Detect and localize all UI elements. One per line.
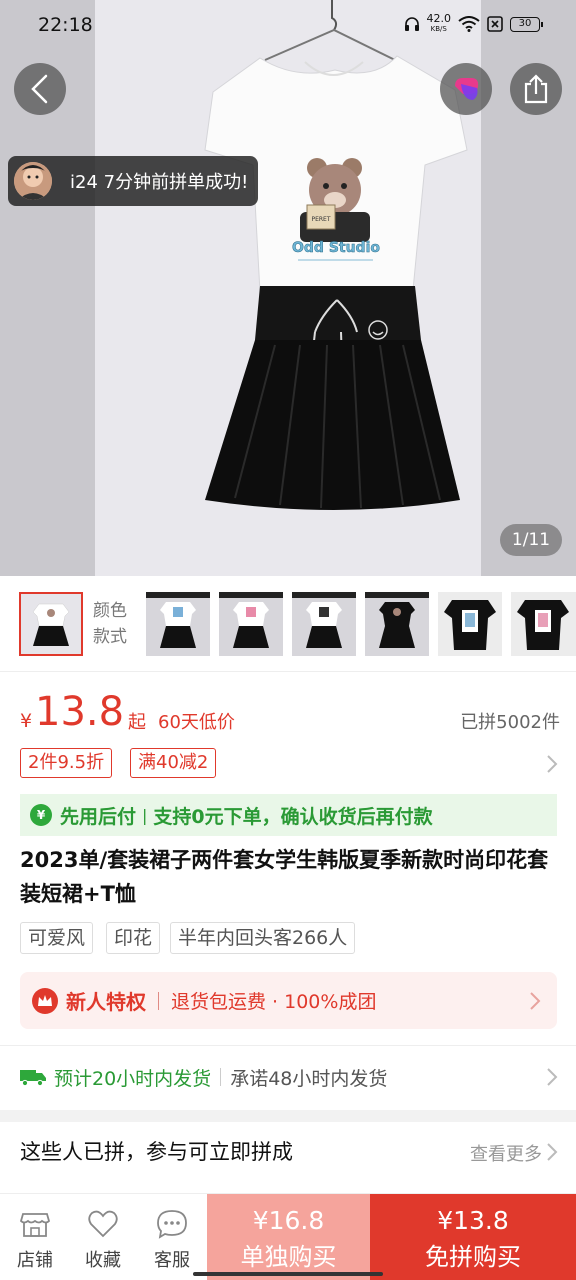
solo-label: 单独购买 bbox=[240, 1243, 337, 1271]
variant-thumb[interactable] bbox=[219, 592, 283, 656]
favorite-label: 收藏 bbox=[85, 1250, 121, 1271]
pay-later-separator: | bbox=[142, 805, 148, 825]
chevron-left-icon bbox=[31, 74, 48, 104]
chevron-right-icon bbox=[547, 1068, 558, 1086]
chat-icon bbox=[157, 1210, 187, 1239]
store-label: 店铺 bbox=[17, 1250, 53, 1271]
chevron-right-icon bbox=[547, 1143, 558, 1161]
promo-tag: 2件9.5折 bbox=[20, 748, 113, 778]
product-title: 2023单/套装裙子两件套女学生韩版夏季新款时尚印花套装短裙+T恤 bbox=[20, 848, 549, 906]
shipping-row[interactable]: 预计20小时内发货 承诺48小时内发货 bbox=[20, 1060, 560, 1094]
new-user-title: 新人特权 bbox=[66, 990, 146, 1014]
net-speed-unit: KB/S bbox=[430, 25, 447, 33]
divider bbox=[0, 671, 576, 672]
status-time: 22:18 bbox=[38, 14, 93, 36]
chevron-right-icon bbox=[547, 755, 558, 773]
crown-icon bbox=[32, 987, 58, 1014]
variant-label-style: 款式 bbox=[93, 627, 127, 647]
variant-thumb[interactable] bbox=[19, 592, 83, 656]
promo-tag: 满40减2 bbox=[130, 748, 217, 778]
variant-thumb[interactable] bbox=[365, 592, 429, 656]
box-print-text: PERET bbox=[311, 216, 330, 223]
promo-row[interactable]: 2件9.5折 满40减2 bbox=[20, 748, 560, 778]
price-suffix: 起 bbox=[128, 712, 146, 733]
customer-service-label: 客服 bbox=[154, 1250, 190, 1271]
attribute-tag: 可爱风 bbox=[20, 922, 94, 954]
attribute-tag: 印花 bbox=[106, 922, 161, 954]
heart-icon bbox=[88, 1210, 118, 1238]
see-more-link[interactable]: 查看更多 bbox=[470, 1140, 542, 1166]
price-row: ¥ 13.8 起 60天低价 已拼5002件 bbox=[20, 689, 560, 742]
currency-symbol: ¥ bbox=[20, 710, 33, 732]
variant-thumb[interactable] bbox=[511, 592, 576, 656]
pay-later-desc: 支持0元下单，确认收货后再付款 bbox=[153, 805, 433, 828]
customer-service-button[interactable]: 客服 bbox=[139, 1194, 205, 1280]
attribute-tags: 可爱风 印花 半年内回头客266人 bbox=[20, 922, 560, 954]
group-label: 免拼购买 bbox=[425, 1243, 521, 1271]
battery-icon: 30 bbox=[510, 16, 543, 32]
group-buy-row[interactable]: 这些人已拼，参与可立即拼成 查看更多 bbox=[20, 1134, 560, 1168]
avatar bbox=[14, 162, 52, 200]
store-button[interactable]: 店铺 bbox=[2, 1194, 68, 1280]
status-icons: 42.0 KB/S 30 bbox=[404, 13, 543, 34]
brand-logo-button[interactable] bbox=[440, 63, 492, 115]
buy-group-button[interactable]: ¥13.8 免拼购买 bbox=[370, 1194, 576, 1280]
sim-off-icon bbox=[487, 16, 503, 32]
home-indicator[interactable] bbox=[193, 1272, 383, 1276]
product-hero-image[interactable]: PERET Odd Studio 22:18 42.0 KB/S 30 i24 … bbox=[0, 0, 576, 576]
toast-text: i24 7分钟前拼单成功! bbox=[70, 172, 249, 193]
brand-logo-icon bbox=[455, 78, 479, 100]
bottom-action-bar: 店铺 收藏 客服 ¥16.8 单独购买 ¥13.8 免拼购买 bbox=[0, 1193, 576, 1280]
solo-price: ¥16.8 bbox=[252, 1206, 325, 1235]
buy-solo-button[interactable]: ¥16.8 单独购买 bbox=[207, 1194, 370, 1280]
shipping-eta: 预计20小时内发货 bbox=[54, 1067, 212, 1090]
back-button[interactable] bbox=[14, 63, 66, 115]
low-price-note: 60天低价 bbox=[158, 712, 235, 733]
new-user-privilege[interactable]: 新人特权 退货包运费 · 100%成团 bbox=[20, 972, 557, 1029]
share-icon bbox=[524, 74, 548, 104]
pay-later-label: 先用后付 bbox=[60, 805, 137, 828]
new-user-separator bbox=[158, 991, 159, 1010]
product-photo: PERET Odd Studio bbox=[95, 0, 481, 576]
favorite-button[interactable]: 收藏 bbox=[70, 1194, 136, 1280]
image-counter: 1/11 bbox=[500, 524, 562, 556]
divider bbox=[0, 1045, 576, 1046]
store-icon bbox=[19, 1213, 51, 1237]
pay-later-banner[interactable]: ¥ 先用后付 | 支持0元下单，确认收货后再付款 bbox=[20, 794, 557, 836]
group-success-toast: i24 7分钟前拼单成功! bbox=[8, 156, 258, 206]
shipping-separator bbox=[220, 1068, 222, 1086]
wifi-icon bbox=[458, 16, 480, 32]
pay-later-icon: ¥ bbox=[30, 804, 52, 826]
section-gap bbox=[0, 1110, 576, 1122]
attribute-tag: 半年内回头客266人 bbox=[170, 922, 356, 954]
variant-thumb[interactable] bbox=[292, 592, 356, 656]
headphones-icon bbox=[404, 17, 419, 31]
net-speed: 42.0 KB/S bbox=[427, 13, 452, 34]
variant-thumbnails: 颜色 款式 bbox=[0, 586, 576, 662]
share-button[interactable] bbox=[510, 63, 562, 115]
price-amount: 13.8 bbox=[35, 689, 125, 735]
variant-label: 颜色 款式 bbox=[93, 598, 127, 650]
group-buy-count: 已拼5002件 bbox=[460, 712, 560, 733]
status-bar: 22:18 42.0 KB/S 30 bbox=[0, 0, 576, 52]
truck-icon bbox=[20, 1070, 46, 1086]
variant-thumb[interactable] bbox=[438, 592, 502, 656]
new-user-desc: 退货包运费 · 100%成团 bbox=[171, 991, 377, 1013]
group-buy-title: 这些人已拼，参与可立即拼成 bbox=[20, 1140, 293, 1164]
variant-thumb[interactable] bbox=[146, 592, 210, 656]
group-price: ¥13.8 bbox=[437, 1206, 509, 1235]
chevron-right-icon bbox=[530, 992, 541, 1010]
shirt-print-text: Odd Studio bbox=[292, 240, 380, 256]
variant-label-color: 颜色 bbox=[93, 601, 127, 621]
shipping-promise: 承诺48小时内发货 bbox=[230, 1067, 388, 1090]
